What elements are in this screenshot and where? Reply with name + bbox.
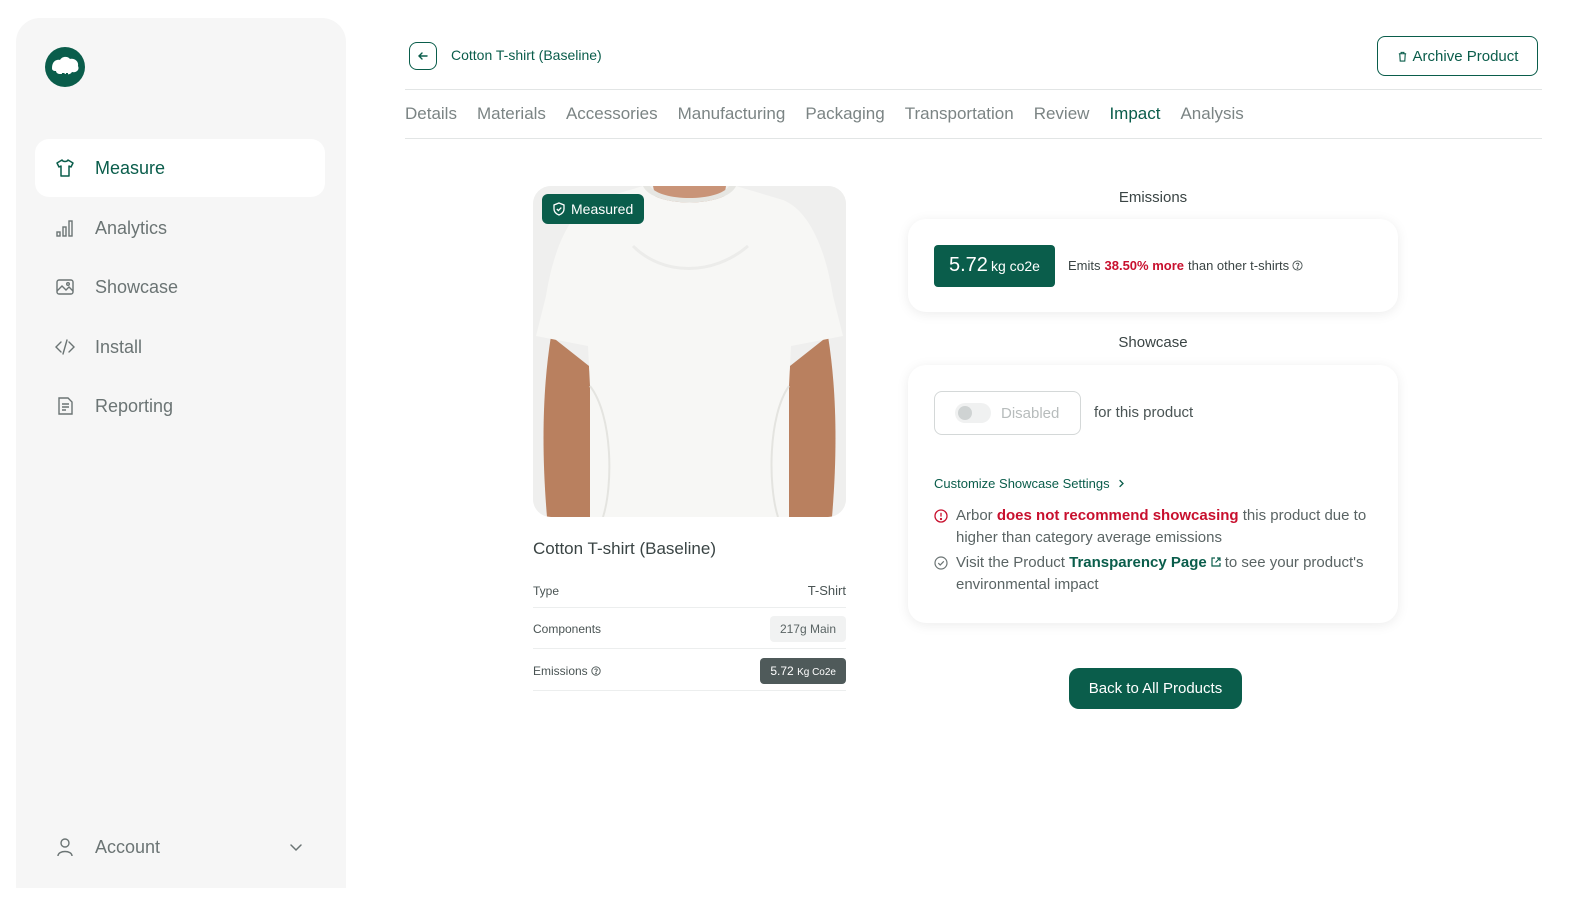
- emissions-title: Emissions: [1118, 189, 1188, 206]
- sidebar-item-label: Measure: [95, 157, 166, 178]
- showcase-title: Showcase: [1118, 334, 1188, 351]
- measured-label: Measured: [571, 201, 634, 217]
- showcase-card: Disabled for this product Customize Show…: [908, 365, 1398, 623]
- spec-label: Emissions: [533, 664, 601, 678]
- help-icon[interactable]: [1292, 260, 1303, 271]
- comparison-prefix: Emits: [1068, 258, 1101, 273]
- back-to-all-products-button[interactable]: Back to All Products: [1069, 668, 1242, 709]
- emissions-pill-value: 5.72: [770, 663, 794, 678]
- sidebar-item-reporting[interactable]: Reporting: [35, 377, 325, 435]
- account-label: Account: [95, 836, 161, 857]
- tshirt-icon: [55, 158, 75, 178]
- tab-transportation[interactable]: Transportation: [905, 104, 1014, 124]
- warning-prefix: Arbor: [956, 507, 993, 524]
- spec-row-emissions: Emissions 5.72 Kg Co2e: [533, 651, 846, 691]
- arbor-logo[interactable]: [44, 46, 86, 88]
- archive-product-button[interactable]: Archive Product: [1377, 36, 1538, 76]
- code-icon: [55, 337, 75, 357]
- trash-icon: [1398, 51, 1406, 62]
- spec-label: Type: [533, 583, 560, 598]
- emissions-pill: 5.72 Kg Co2e: [760, 657, 846, 684]
- tab-bar: Details Materials Accessories Manufactur…: [405, 104, 1264, 124]
- alert-circle-icon: [934, 509, 948, 523]
- transparency-page-link[interactable]: Transparency Page: [1069, 554, 1207, 571]
- warning-text: Arbor does not recommend showcasing this…: [956, 505, 1384, 549]
- archive-label: Archive Product: [1412, 47, 1519, 65]
- sidebar-item-label: Reporting: [95, 395, 174, 416]
- visit-note: Visit the Product Transparency Page to se…: [934, 552, 1384, 596]
- sidebar-item-measure[interactable]: Measure: [35, 139, 325, 197]
- toggle-switch[interactable]: [955, 403, 991, 423]
- tab-packaging[interactable]: Packaging: [805, 104, 884, 124]
- spec-value: T-Shirt: [807, 583, 846, 598]
- tab-analysis[interactable]: Analysis: [1180, 104, 1243, 124]
- customize-showcase-link[interactable]: Customize Showcase Settings: [934, 476, 1126, 491]
- spec-label: Components: [533, 622, 602, 636]
- toggle-label: Disabled: [1001, 404, 1060, 422]
- sidebar-item-install[interactable]: Install: [35, 318, 325, 376]
- bar-chart-icon: [55, 218, 75, 238]
- spec-row-type: Type T-Shirt: [533, 574, 846, 608]
- sidebar-item-label: Showcase: [95, 276, 179, 297]
- visit-text: Visit the Product Transparency Page to se…: [956, 552, 1384, 596]
- chevron-right-icon: [1118, 479, 1124, 488]
- tab-review[interactable]: Review: [1034, 104, 1090, 124]
- emissions-pill-unit: Kg Co2e: [797, 666, 836, 678]
- product-name: Cotton T-shirt (Baseline): [533, 539, 716, 558]
- image-icon: [55, 277, 75, 297]
- page-title: Cotton T-shirt (Baseline): [451, 47, 602, 63]
- emissions-value: 5.72: [949, 254, 988, 276]
- components-pill: 217g Main: [769, 616, 846, 642]
- sidebar-item-showcase[interactable]: Showcase: [35, 258, 325, 316]
- emissions-unit: kg co2e: [990, 258, 1040, 274]
- tabs-divider: [405, 138, 1542, 139]
- sidebar-item-label: Install: [95, 336, 143, 357]
- sidebar: Measure Analytics Showcase Install Repor…: [16, 18, 346, 888]
- tab-manufacturing[interactable]: Manufacturing: [678, 104, 786, 124]
- help-icon[interactable]: [591, 665, 601, 676]
- check-circle-icon: [934, 556, 948, 570]
- comparison-suffix: than other t-shirts: [1188, 258, 1290, 273]
- tree-logo-icon: [45, 47, 85, 87]
- visit-prefix: Visit the Product: [956, 554, 1065, 571]
- tab-impact[interactable]: Impact: [1109, 104, 1160, 124]
- showcase-toggle[interactable]: Disabled: [934, 391, 1081, 435]
- comparison-highlight: 38.50% more: [1104, 258, 1185, 273]
- tab-details[interactable]: Details: [405, 104, 457, 124]
- customize-link-label: Customize Showcase Settings: [934, 476, 1110, 491]
- user-icon: [55, 837, 75, 857]
- emissions-value-box: 5.72 kg co2e: [934, 245, 1055, 287]
- arrow-left-icon: [418, 52, 428, 60]
- emissions-comparison: Emits 38.50% more than other t-shirts: [1068, 258, 1303, 273]
- chevron-down-icon[interactable]: [287, 838, 305, 856]
- emissions-label: Emissions: [533, 663, 588, 678]
- report-icon: [55, 396, 75, 416]
- emissions-card: 5.72 kg co2e Emits 38.50% more than othe…: [908, 219, 1398, 312]
- sidebar-item-analytics[interactable]: Analytics: [35, 199, 325, 257]
- measured-badge: Measured: [542, 194, 644, 224]
- spec-row-components: Components 217g Main: [533, 610, 846, 649]
- sidebar-item-label: Analytics: [95, 217, 168, 238]
- warning-note: Arbor does not recommend showcasing this…: [934, 505, 1384, 549]
- product-image: [533, 186, 846, 517]
- tshirt-photo-icon: [533, 186, 846, 517]
- back-button[interactable]: [409, 42, 437, 70]
- warning-highlight: does not recommend showcasing: [996, 507, 1239, 524]
- external-link-icon[interactable]: [1210, 556, 1222, 568]
- tab-accessories[interactable]: Accessories: [566, 104, 658, 124]
- header-divider: [405, 89, 1542, 90]
- account-menu[interactable]: Account: [35, 818, 325, 876]
- for-product-text: for this product: [1094, 404, 1194, 421]
- shield-check-icon: [553, 202, 565, 216]
- tab-materials[interactable]: Materials: [477, 104, 546, 124]
